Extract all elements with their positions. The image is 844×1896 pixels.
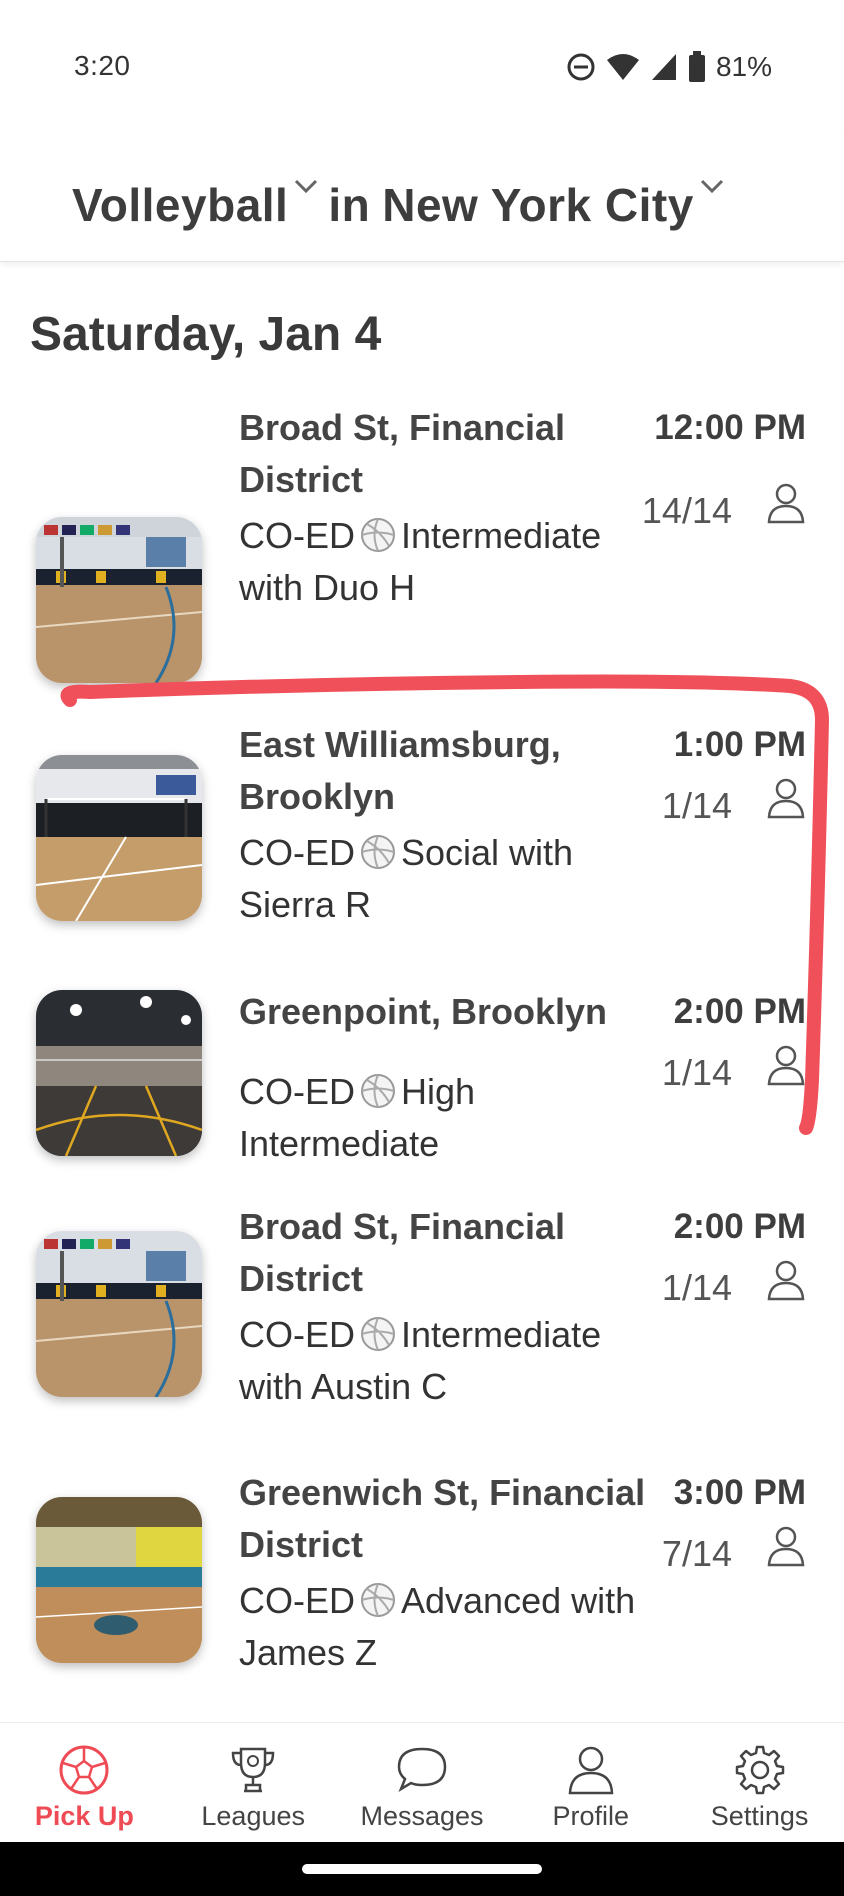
gym-photo xyxy=(36,1497,202,1663)
event-list[interactable]: Saturday, Jan 4 Broad St, Financial Dist… xyxy=(0,262,844,1722)
nav-label: Profile xyxy=(552,1801,630,1831)
bottom-nav: Pick Up Leagues Messages Profile Setting… xyxy=(0,1722,844,1842)
event-location: Broad St, Financial District xyxy=(239,407,566,500)
chat-bubble-icon xyxy=(397,1747,447,1792)
event-player-count: 14/14 xyxy=(641,490,732,531)
event-item[interactable]: Greenwich St, Financial District CO-ED Ad… xyxy=(0,1467,844,1707)
person-icon xyxy=(767,1526,805,1567)
event-time: 3:00 PM xyxy=(673,1473,806,1512)
event-time: 1:00 PM xyxy=(673,725,806,764)
volleyball-icon xyxy=(361,518,395,552)
event-player-count: 1/14 xyxy=(661,1052,732,1093)
gear-icon xyxy=(735,1745,784,1795)
event-description: CO-ED Advanced with James Z xyxy=(239,1575,639,1679)
person-icon xyxy=(568,1746,614,1795)
event-type: CO-ED xyxy=(239,1580,355,1621)
event-location: East Williamsburg, Brooklyn xyxy=(239,724,561,817)
city-selector[interactable]: New York City xyxy=(382,178,694,232)
gym-photo xyxy=(36,990,202,1156)
battery-icon xyxy=(688,51,705,82)
event-player-count: 7/14 xyxy=(661,1533,732,1574)
event-description: CO-ED Social with Sierra R xyxy=(239,827,639,931)
nav-label: Pick Up xyxy=(34,1801,134,1831)
nav-profile[interactable]: Profile xyxy=(506,1723,675,1842)
trophy-icon xyxy=(231,1747,275,1793)
volleyball-icon xyxy=(361,1317,395,1351)
event-time: 2:00 PM xyxy=(673,1207,806,1246)
nav-label: Leagues xyxy=(201,1801,305,1831)
event-type: CO-ED xyxy=(239,515,355,556)
event-description: CO-ED High Intermediate xyxy=(239,1066,639,1170)
event-location: Greenwich St, Financial District xyxy=(239,1472,646,1565)
nav-leagues[interactable]: Leagues xyxy=(169,1723,338,1842)
nav-messages[interactable]: Messages xyxy=(338,1723,507,1842)
gym-photo xyxy=(36,517,202,683)
wifi-icon xyxy=(606,54,639,80)
event-time: 2:00 PM xyxy=(673,992,806,1031)
nav-pick-up[interactable]: Pick Up xyxy=(0,1723,169,1842)
event-location: Greenpoint, Brooklyn xyxy=(239,991,608,1032)
app-header: Volleyball in New York City xyxy=(0,130,844,262)
sport-selector[interactable]: Volleyball xyxy=(72,178,288,232)
person-icon xyxy=(767,483,805,524)
event-description: CO-ED Intermediate with Austin C xyxy=(239,1309,639,1413)
event-location: Broad St, Financial District xyxy=(239,1206,566,1299)
soccer-ball-icon xyxy=(59,1745,109,1795)
person-icon xyxy=(767,778,805,819)
date-heading: Saturday, Jan 4 xyxy=(30,308,382,361)
event-player-count: 1/14 xyxy=(661,1267,732,1308)
gym-photo xyxy=(36,755,202,921)
event-item[interactable]: Broad St, Financial District CO-ED Interm… xyxy=(0,1201,844,1441)
status-bar: 3:20 81% xyxy=(0,0,844,130)
status-icons: 81% xyxy=(566,48,772,86)
do-not-disturb-icon xyxy=(567,53,595,81)
event-type: CO-ED xyxy=(239,1071,355,1112)
event-item[interactable]: East Williamsburg, Brooklyn CO-ED Social … xyxy=(0,719,844,949)
event-description: CO-ED Intermediate with Duo H xyxy=(239,510,639,614)
header-title: Volleyball in New York City xyxy=(72,178,734,232)
status-time: 3:20 xyxy=(74,50,131,81)
event-time: 12:00 PM xyxy=(654,408,806,447)
chevron-down-icon[interactable] xyxy=(698,171,726,199)
battery-percent: 81% xyxy=(715,51,772,82)
header-connector: in xyxy=(328,179,371,231)
gym-photo xyxy=(36,1231,202,1397)
home-gesture-handle[interactable] xyxy=(302,1864,542,1874)
nav-settings[interactable]: Settings xyxy=(675,1723,844,1842)
event-player-count: 1/14 xyxy=(661,785,732,826)
person-icon xyxy=(767,1045,805,1086)
event-item[interactable]: Greenpoint, Brooklyn CO-ED High Intermedi… xyxy=(0,986,844,1186)
nav-label: Settings xyxy=(710,1801,809,1831)
nav-label: Messages xyxy=(360,1801,484,1831)
gesture-bar xyxy=(0,1842,844,1896)
chevron-down-icon[interactable] xyxy=(292,171,320,199)
person-icon xyxy=(767,1260,805,1301)
cell-signal-icon xyxy=(651,54,676,80)
event-item[interactable]: Broad St, Financial District CO-ED Interm… xyxy=(0,402,844,702)
volleyball-icon xyxy=(361,1583,395,1617)
event-type: CO-ED xyxy=(239,1314,355,1355)
volleyball-icon xyxy=(361,835,395,869)
event-type: CO-ED xyxy=(239,832,355,873)
volleyball-icon xyxy=(361,1074,395,1108)
